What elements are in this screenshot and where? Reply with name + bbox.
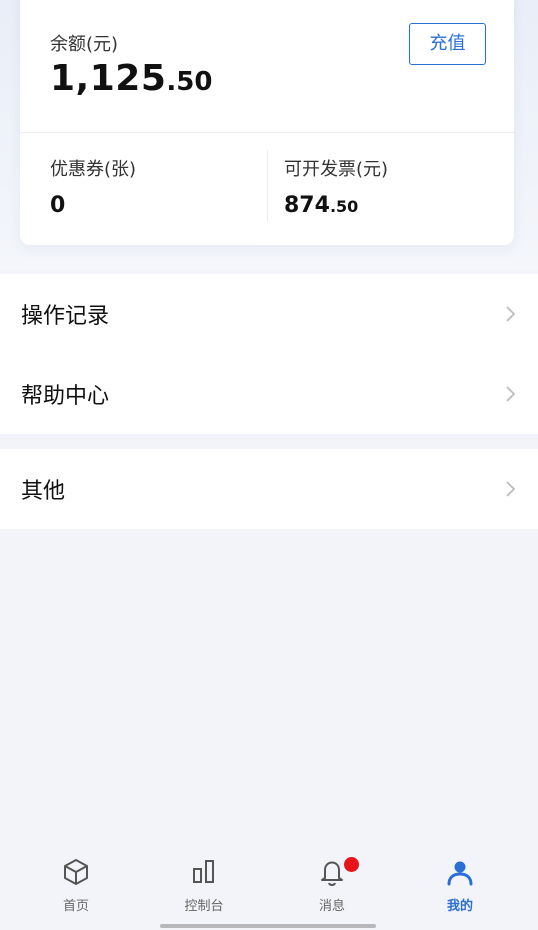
tab-console[interactable]: 控制台: [154, 857, 254, 914]
chevron-right-icon: [506, 481, 516, 497]
menu-item-records[interactable]: 操作记录: [0, 274, 538, 354]
balance-amount: 1,125.50: [50, 58, 212, 99]
balance-label: 余额(元): [50, 34, 119, 55]
recharge-button[interactable]: 充值: [409, 23, 486, 65]
card-divider: [20, 132, 514, 133]
menu-item-other[interactable]: 其他: [0, 449, 538, 529]
tab-label: 控制台: [184, 899, 224, 914]
coupon-stat[interactable]: 优惠券(张) 0: [50, 155, 136, 218]
invoice-decimal: .50: [329, 197, 359, 216]
home-indicator: [160, 924, 376, 928]
tab-messages[interactable]: 消息: [282, 857, 382, 914]
coupon-label: 优惠券(张): [50, 159, 137, 180]
invoice-stat[interactable]: 可开发票(元) 874.50: [284, 155, 388, 218]
user-icon: [447, 861, 473, 886]
stat-separator: [267, 150, 268, 222]
tab-mine[interactable]: 我的: [410, 857, 510, 914]
balance-card: 余额(元) 1,125.50 充值 优惠券(张) 0 可开发票(元) 874.5…: [20, 0, 514, 245]
bar-chart-icon: [193, 860, 214, 883]
menu-item-label: 操作记录: [21, 304, 110, 329]
coupon-value: 0: [50, 193, 136, 218]
balance-integer: 1,125: [50, 58, 167, 99]
invoice-label: 可开发票(元): [284, 159, 389, 180]
menu-group-other: 其他: [0, 449, 538, 529]
coupon-count: 0: [50, 193, 66, 218]
balance-decimal: .50: [166, 67, 213, 97]
tab-home[interactable]: 首页: [26, 857, 126, 914]
menu-item-label: 帮助中心: [21, 384, 110, 409]
tab-label: 首页: [62, 899, 89, 914]
bell-icon: [321, 861, 343, 887]
invoice-value: 874.50: [284, 193, 388, 218]
menu-item-label: 其他: [21, 479, 66, 504]
menu-item-help[interactable]: 帮助中心: [0, 354, 538, 434]
cube-icon: [64, 859, 88, 885]
bottom-tab-bar: 首页 控制台 消息 我的: [0, 845, 538, 930]
notification-badge: [344, 857, 359, 872]
chevron-right-icon: [506, 306, 516, 322]
tab-label: 消息: [318, 899, 345, 914]
tab-label: 我的: [446, 899, 473, 914]
chevron-right-icon: [506, 386, 516, 402]
menu-group-main: 操作记录 帮助中心: [0, 274, 538, 434]
invoice-integer: 874: [284, 193, 330, 218]
